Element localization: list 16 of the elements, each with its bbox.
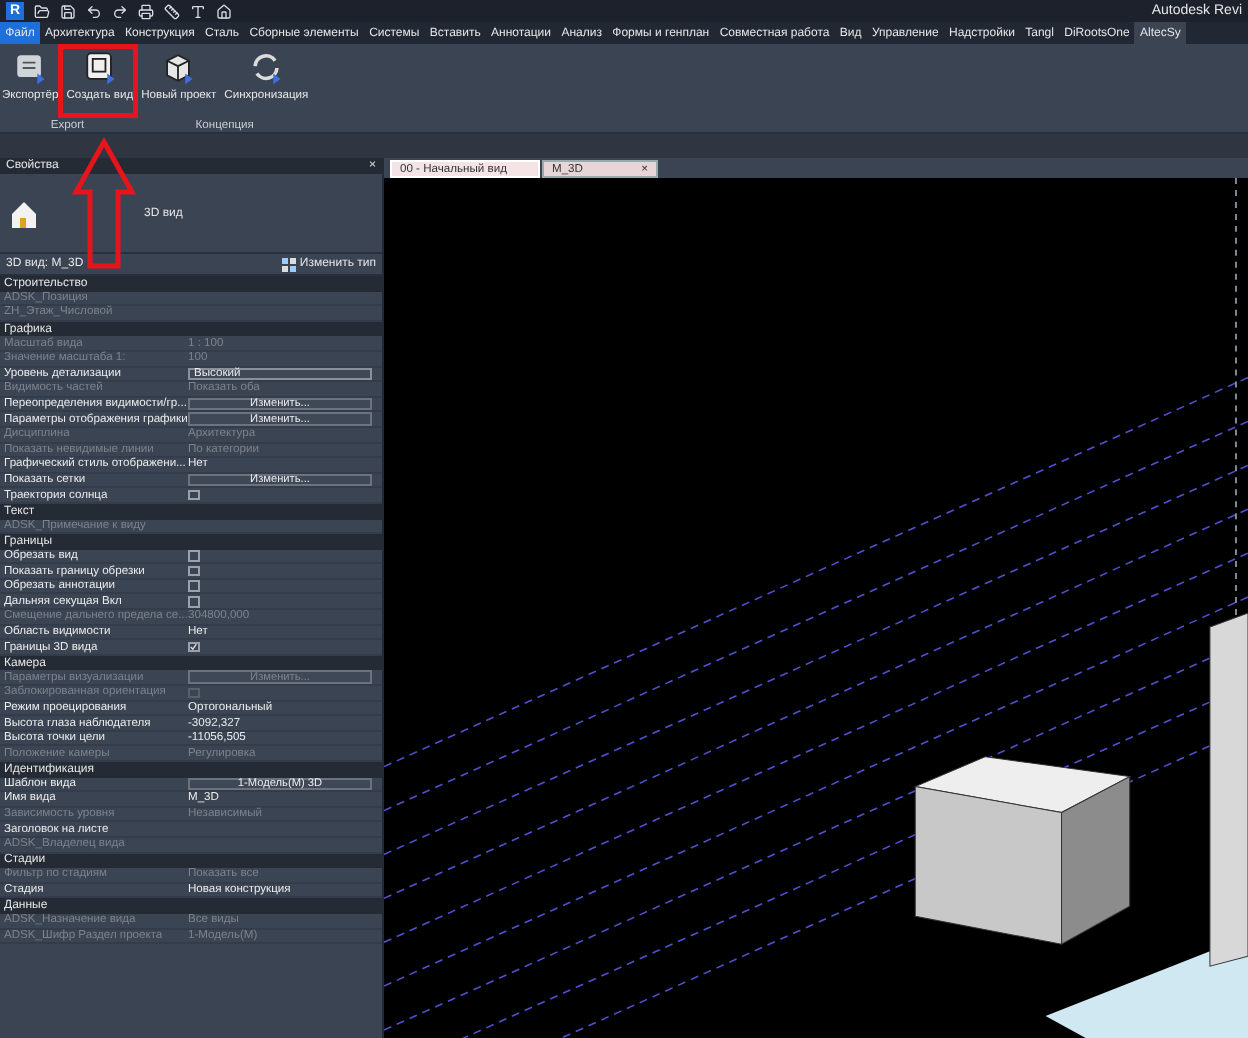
text-icon[interactable] xyxy=(190,3,206,19)
ruler-icon[interactable] xyxy=(164,3,180,19)
checkbox[interactable] xyxy=(188,550,199,562)
home-icon[interactable] xyxy=(216,3,232,19)
checkbox[interactable] xyxy=(188,489,199,501)
printer-icon[interactable] xyxy=(138,3,154,19)
checkbox[interactable] xyxy=(188,596,199,608)
redo-icon[interactable] xyxy=(112,3,128,19)
house-icon xyxy=(8,197,40,229)
grid-icon xyxy=(281,257,296,271)
save-icon[interactable] xyxy=(60,3,76,19)
checkbox[interactable] xyxy=(188,565,199,577)
checkbox[interactable] xyxy=(188,641,199,653)
undo-icon[interactable] xyxy=(86,3,102,19)
open-icon[interactable] xyxy=(34,3,50,19)
checkbox[interactable] xyxy=(188,580,199,592)
